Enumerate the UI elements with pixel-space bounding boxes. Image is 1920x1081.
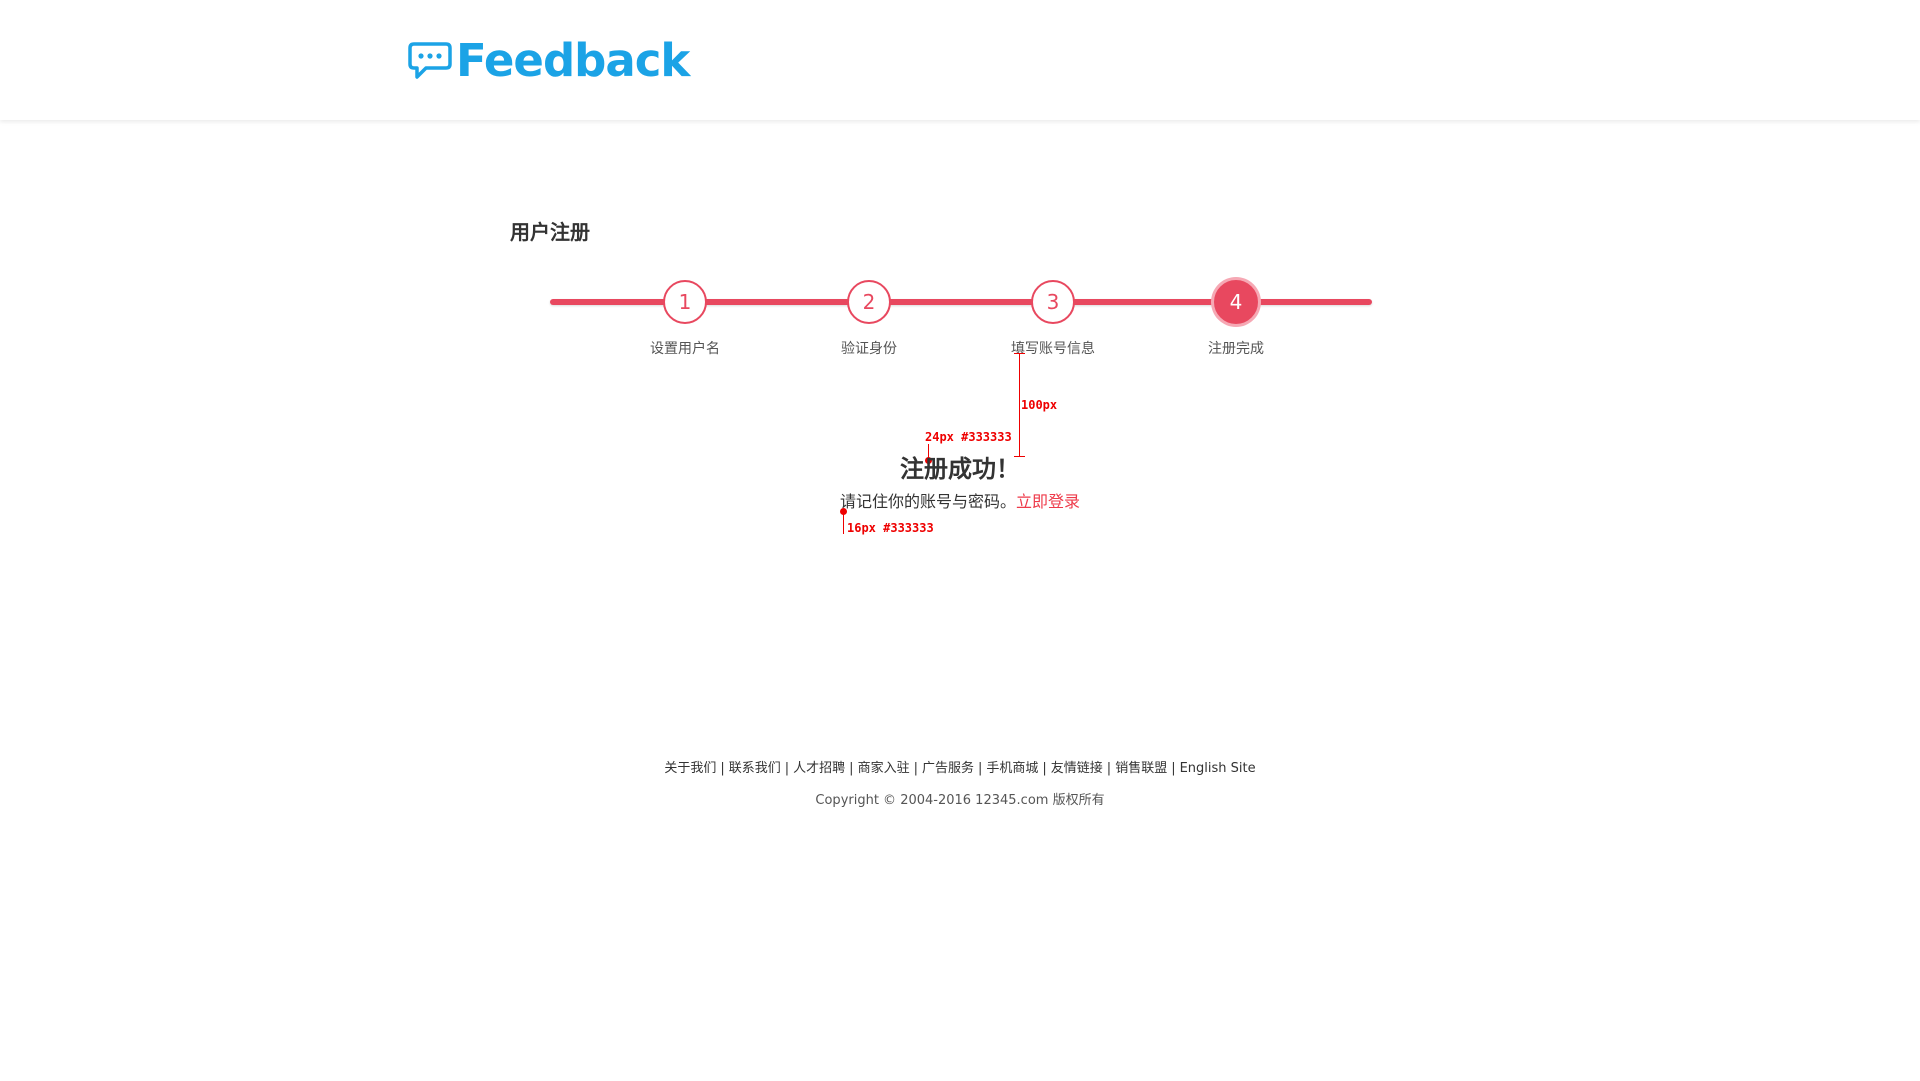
footer-separator: |	[977, 761, 983, 776]
footer-separator: |	[849, 761, 854, 776]
footer-link-contact[interactable]: 联系我们	[729, 761, 781, 776]
footer-link-english-site[interactable]: English Site	[1180, 761, 1256, 776]
footer-separator: |	[913, 761, 918, 776]
speech-bubble-icon	[408, 42, 452, 79]
step-label: 注册完成	[1208, 341, 1264, 357]
step-number: 3	[1031, 280, 1075, 324]
success-title: 注册成功！	[900, 455, 1020, 483]
footer-link-careers[interactable]: 人才招聘	[793, 761, 845, 776]
page-title: 用户注册	[510, 220, 590, 244]
footer-copyright: Copyright © 2004-2016 12345.com 版权所有	[815, 793, 1105, 808]
registration-steps: 1 设置用户名 2 验证身份 3 填写账号信息 4 注册完成	[550, 280, 1372, 360]
footer-link-sales-alliance[interactable]: 销售联盟	[1115, 761, 1167, 776]
step-label: 验证身份	[841, 341, 897, 357]
footer-links: 关于我们 | 联系我们 | 人才招聘 | 商家入驻 | 广告服务 | 手机商城 | 友情链接 | 销售联盟 |…	[0, 760, 1920, 778]
step-number: 2	[847, 280, 891, 324]
annotation-spacing-label: 100px	[1021, 398, 1058, 412]
annotation-title-spec: 24px #333333	[925, 430, 1012, 444]
site-logo[interactable]: Feedback	[408, 34, 690, 87]
step-1: 1 设置用户名	[625, 280, 745, 358]
footer-link-merchants[interactable]: 商家入驻	[858, 761, 910, 776]
logo-text: Feedback	[456, 34, 690, 87]
footer-link-friends[interactable]: 友情链接	[1051, 761, 1103, 776]
step-label: 设置用户名	[650, 341, 720, 357]
login-now-link[interactable]: 立即登录	[1016, 492, 1080, 511]
step-label: 填写账号信息	[1011, 341, 1095, 357]
footer-separator: |	[1106, 761, 1112, 776]
annotation-tip-spec: 16px #333333	[847, 521, 934, 535]
footer-link-mobile-mall[interactable]: 手机商城	[986, 761, 1038, 776]
success-tip: 请记住你的账号与密码。立即登录	[0, 490, 1920, 514]
footer-separator: |	[1171, 761, 1176, 776]
step-4-current: 4 注册完成	[1176, 280, 1296, 358]
footer-separator: |	[1042, 761, 1047, 776]
annotation-tip-marker-line	[843, 512, 844, 534]
annotation-spacing-line	[1019, 353, 1020, 457]
step-number: 1	[663, 280, 707, 324]
step-number: 4	[1214, 280, 1258, 324]
footer-link-about[interactable]: 关于我们	[664, 761, 716, 776]
footer-separator: |	[784, 761, 790, 776]
step-2: 2 验证身份	[809, 280, 929, 358]
footer-link-ads[interactable]: 广告服务	[922, 761, 974, 776]
site-header: Feedback	[0, 0, 1920, 120]
footer-separator: |	[720, 761, 725, 776]
success-tip-text: 请记住你的账号与密码。	[839, 492, 1016, 511]
step-3: 3 填写账号信息	[993, 280, 1113, 358]
